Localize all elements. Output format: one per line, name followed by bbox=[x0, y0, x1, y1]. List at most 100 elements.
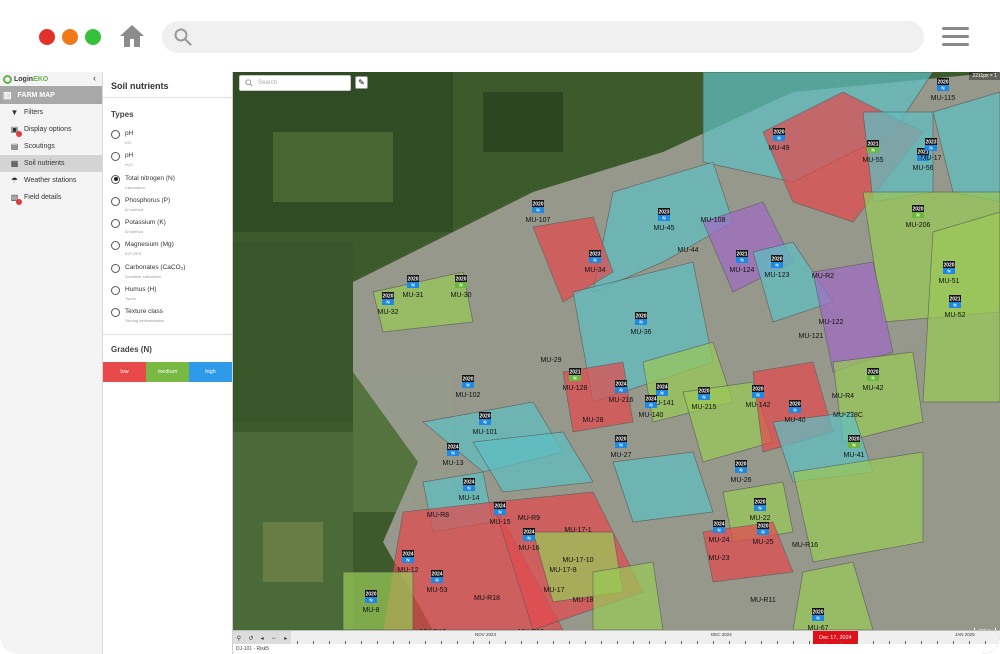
field-marker[interactable]: 2020N bbox=[382, 292, 394, 305]
field-polygon[interactable] bbox=[922, 211, 1000, 403]
field-label[interactable]: MU-216 bbox=[609, 397, 634, 404]
field-label[interactable]: MU-17 bbox=[920, 155, 941, 162]
grade-medium[interactable]: medium bbox=[146, 361, 189, 382]
field-label[interactable]: MU-40 bbox=[784, 417, 805, 424]
field-marker[interactable]: 2021N bbox=[569, 368, 581, 381]
field-label[interactable]: MU-34 bbox=[584, 267, 605, 274]
field-label[interactable]: MU-56 bbox=[912, 165, 933, 172]
field-marker[interactable]: 2024N bbox=[431, 570, 443, 583]
map-search-input[interactable]: Search bbox=[239, 75, 351, 91]
sidebar-item-filters[interactable]: ▼ Filters bbox=[0, 104, 102, 121]
field-label[interactable]: MU-218C bbox=[833, 412, 863, 419]
selected-date-marker[interactable]: Dec 17, 2024 bbox=[813, 631, 858, 645]
field-marker[interactable]: 2020N bbox=[462, 375, 474, 388]
field-marker[interactable]: 2024N bbox=[656, 383, 668, 396]
radio-button[interactable] bbox=[111, 130, 120, 139]
field-marker[interactable]: 2020N bbox=[635, 312, 647, 325]
timeline-expand-icon[interactable]: ↔ bbox=[271, 635, 277, 641]
timeline-prev-icon[interactable]: ◂ bbox=[261, 635, 264, 642]
field-label[interactable]: MU-17-10 bbox=[562, 557, 593, 564]
radio-button[interactable] bbox=[111, 152, 120, 162]
field-label[interactable]: MU-102 bbox=[456, 392, 481, 399]
field-label[interactable]: MU-31 bbox=[402, 292, 423, 299]
field-label[interactable]: MU-108 bbox=[701, 217, 726, 224]
field-label[interactable]: MU-52 bbox=[944, 312, 965, 319]
type-option[interactable]: Texture class Sieving sedimentation bbox=[103, 305, 232, 327]
field-marker[interactable]: 2020N bbox=[757, 522, 769, 535]
grade-high[interactable]: high bbox=[189, 361, 232, 382]
field-label[interactable]: MU-123 bbox=[765, 272, 790, 279]
radio-button[interactable] bbox=[111, 174, 120, 184]
grade-low[interactable]: low bbox=[103, 361, 146, 382]
field-label[interactable]: MU-16 bbox=[518, 545, 539, 552]
timeline-lock-icon[interactable]: ⚲ bbox=[237, 635, 241, 642]
field-label[interactable]: MU-12 bbox=[397, 567, 418, 574]
field-marker[interactable]: 2020N bbox=[455, 275, 467, 288]
field-label[interactable]: MU-55 bbox=[862, 157, 883, 164]
field-label[interactable]: MU-28 bbox=[582, 417, 603, 424]
type-option[interactable]: Total nitrogen (N) Calculation bbox=[103, 172, 232, 194]
field-label[interactable]: MU-15 bbox=[489, 519, 510, 526]
type-option[interactable]: pH H₂O bbox=[103, 149, 232, 171]
field-marker[interactable]: 2020N bbox=[912, 205, 924, 218]
field-marker[interactable]: 2024N bbox=[463, 478, 475, 491]
field-label[interactable]: MU-25 bbox=[752, 539, 773, 546]
field-label[interactable]: MU-42 bbox=[862, 385, 883, 392]
timeline-next-icon[interactable]: ▸ bbox=[284, 635, 287, 642]
field-label[interactable]: MU-45 bbox=[653, 225, 674, 232]
radio-button[interactable] bbox=[111, 308, 120, 318]
field-label[interactable]: MU-22 bbox=[749, 515, 770, 522]
field-marker[interactable]: 2024N bbox=[402, 550, 414, 563]
type-option[interactable]: Humus (H) Tyurin bbox=[103, 283, 232, 305]
type-option[interactable]: Phosphorus (P) Al method bbox=[103, 194, 232, 216]
address-bar[interactable] bbox=[162, 21, 924, 53]
field-label[interactable]: MU-122 bbox=[819, 319, 844, 326]
field-label[interactable]: MU-128 bbox=[563, 385, 588, 392]
type-option[interactable]: Magnesium (Mg) ICP-OES bbox=[103, 238, 232, 260]
field-label[interactable]: MU-44 bbox=[677, 247, 698, 254]
field-polygon[interactable] bbox=[342, 571, 414, 631]
sidebar-item-field-details[interactable]: ▧ Field details bbox=[0, 189, 102, 206]
farm-map-header[interactable]: ▥ FARM MAP bbox=[0, 86, 102, 104]
field-label[interactable]: MU-R18 bbox=[474, 595, 500, 602]
field-marker[interactable]: 2024N bbox=[645, 395, 657, 408]
sidebar-item-weather-stations[interactable]: ☂ Weather stations bbox=[0, 172, 102, 189]
field-marker[interactable]: 2024N bbox=[494, 502, 506, 515]
timeline-reset-icon[interactable]: ↺ bbox=[248, 635, 253, 642]
maximize-window-button[interactable] bbox=[85, 29, 101, 45]
field-marker[interactable]: 2023N bbox=[589, 250, 601, 263]
field-marker[interactable]: 2024N bbox=[523, 528, 535, 541]
field-label[interactable]: MU-140 bbox=[639, 412, 664, 419]
sidebar-item-soil-nutrients[interactable]: ▦ Soil nutrients bbox=[0, 155, 102, 172]
field-marker[interactable]: 2020N bbox=[735, 460, 747, 473]
field-marker[interactable]: 2021N bbox=[949, 295, 961, 308]
field-label[interactable]: MU-107 bbox=[526, 217, 551, 224]
map-canvas[interactable]: 2020N MU-115 2020N MU-49 2021N MU-55 2021N MU-5… bbox=[233, 72, 1000, 636]
field-label[interactable]: MU-26 bbox=[730, 477, 751, 484]
type-option[interactable]: Carbonates (CaCO₃) Scheibler calcimeter bbox=[103, 261, 232, 283]
field-label[interactable]: MU-17 bbox=[543, 587, 564, 594]
field-marker[interactable]: 2020N bbox=[848, 435, 860, 448]
close-window-button[interactable] bbox=[39, 29, 55, 45]
field-marker[interactable]: 2020N bbox=[754, 498, 766, 511]
field-marker[interactable]: 2020N bbox=[812, 608, 824, 621]
field-marker[interactable]: 2021N bbox=[736, 250, 748, 263]
field-label[interactable]: MU-R8 bbox=[427, 512, 449, 519]
type-option[interactable]: pH KCl bbox=[103, 127, 232, 149]
field-marker[interactable]: 2024N bbox=[447, 443, 459, 456]
field-label[interactable]: MU-49 bbox=[768, 145, 789, 152]
field-marker[interactable]: 2020N bbox=[937, 78, 949, 91]
sidebar-item-scoutings[interactable]: ▤ Scoutings bbox=[0, 138, 102, 155]
field-label[interactable]: MU-121 bbox=[799, 333, 824, 340]
field-label[interactable]: MU-53 bbox=[426, 587, 447, 594]
radio-button[interactable] bbox=[111, 286, 120, 296]
field-polygon[interactable] bbox=[592, 561, 664, 631]
field-label[interactable]: MU-R16 bbox=[792, 542, 818, 549]
field-marker[interactable]: 2024N bbox=[615, 380, 627, 393]
field-label[interactable]: MU-R11 bbox=[750, 597, 776, 604]
field-label[interactable]: MU-206 bbox=[906, 222, 931, 229]
field-label[interactable]: MU-215 bbox=[692, 404, 717, 411]
field-label[interactable]: MU-14 bbox=[458, 495, 479, 502]
field-marker[interactable]: 2020N bbox=[615, 435, 627, 448]
radio-button[interactable] bbox=[111, 219, 120, 229]
